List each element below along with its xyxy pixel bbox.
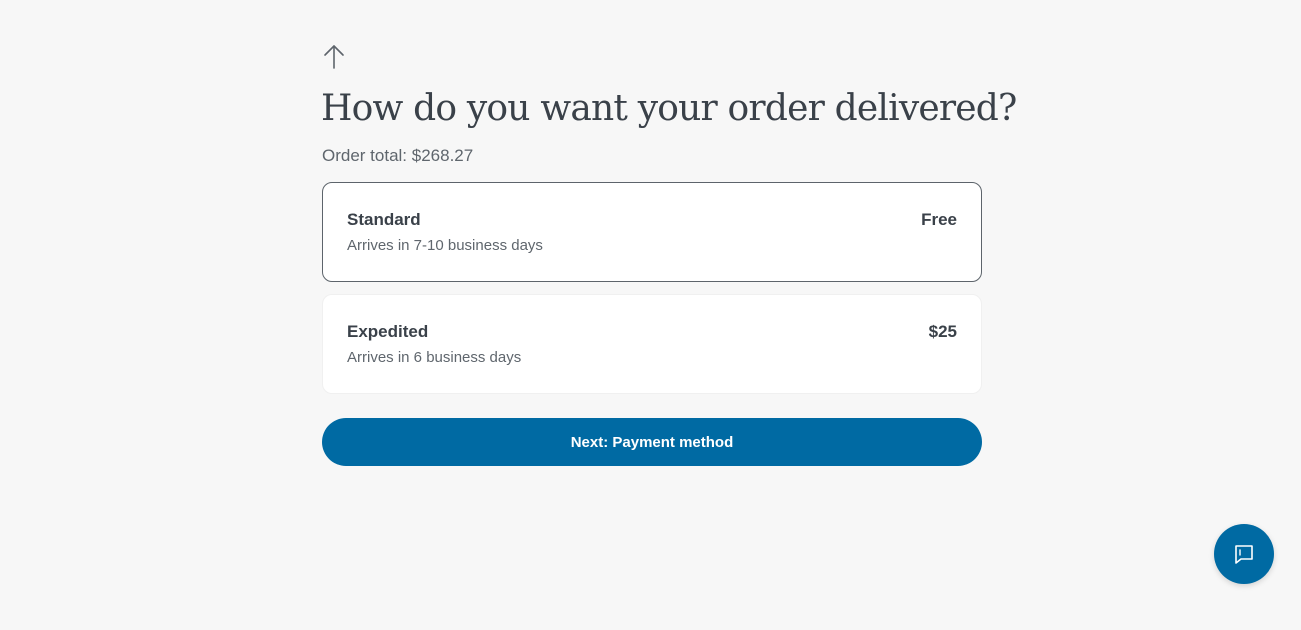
delivery-option-standard[interactable]: Standard Arrives in 7-10 business days F… [322,182,982,282]
chat-button[interactable] [1214,524,1274,584]
order-total: Order total: $268.27 [322,146,474,165]
option-price: Free [921,210,957,229]
arrow-up-icon [324,45,344,69]
option-name: Standard [347,210,421,229]
next-payment-method-button[interactable]: Next: Payment method [322,418,982,466]
option-description: Arrives in 6 business days [347,349,522,366]
delivery-option-expedited[interactable]: Expedited Arrives in 6 business days $25 [322,294,982,394]
page-title: How do you want your order delivered? [321,88,1017,129]
option-name: Expedited [347,322,429,341]
option-price: $25 [928,322,957,341]
chat-icon [1235,545,1253,564]
option-description: Arrives in 7-10 business days [347,237,543,254]
back-button[interactable] [322,42,346,70]
